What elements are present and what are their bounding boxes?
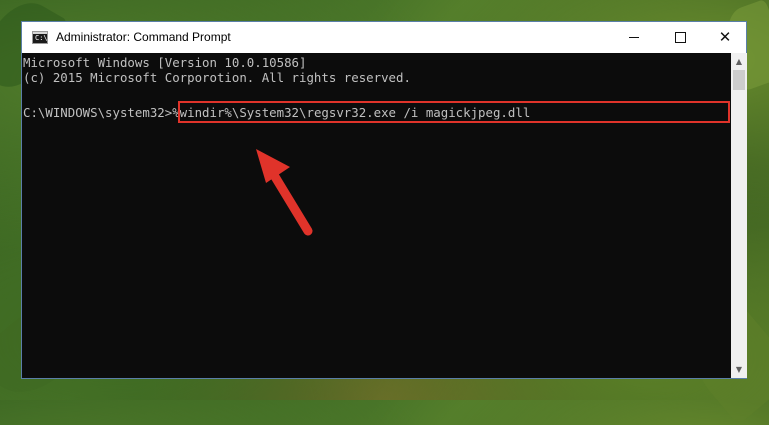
prompt-text: C:\WINDOWS\system32> — [23, 105, 173, 120]
scroll-up-icon[interactable]: ▲ — [731, 53, 747, 70]
pointer-arrow-icon — [256, 149, 313, 236]
command-prompt-window: C:\ Administrator: Command Prompt ✕ Micr… — [21, 21, 747, 379]
scroll-thumb[interactable] — [733, 70, 745, 90]
close-button[interactable]: ✕ — [702, 22, 748, 53]
vertical-scrollbar[interactable]: ▲ ▼ — [731, 53, 747, 378]
window-title: Administrator: Command Prompt — [56, 30, 231, 44]
title-bar[interactable]: C:\ Administrator: Command Prompt ✕ — [22, 22, 746, 53]
minimize-button[interactable] — [611, 22, 657, 53]
copyright-line: (c) 2015 Microsoft Corporotion. All righ… — [23, 70, 411, 85]
close-icon: ✕ — [718, 28, 732, 46]
minimize-icon — [629, 37, 639, 38]
maximize-icon — [674, 32, 686, 43]
scroll-down-icon[interactable]: ▼ — [731, 361, 747, 378]
maximize-button[interactable] — [657, 22, 703, 53]
version-line: Microsoft Windows [Version 10.0.10586] — [23, 55, 307, 70]
console-output[interactable]: Microsoft Windows [Version 10.0.10586] (… — [22, 53, 731, 378]
command-highlight-box — [178, 101, 730, 123]
command-prompt-icon: C:\ — [32, 31, 48, 44]
